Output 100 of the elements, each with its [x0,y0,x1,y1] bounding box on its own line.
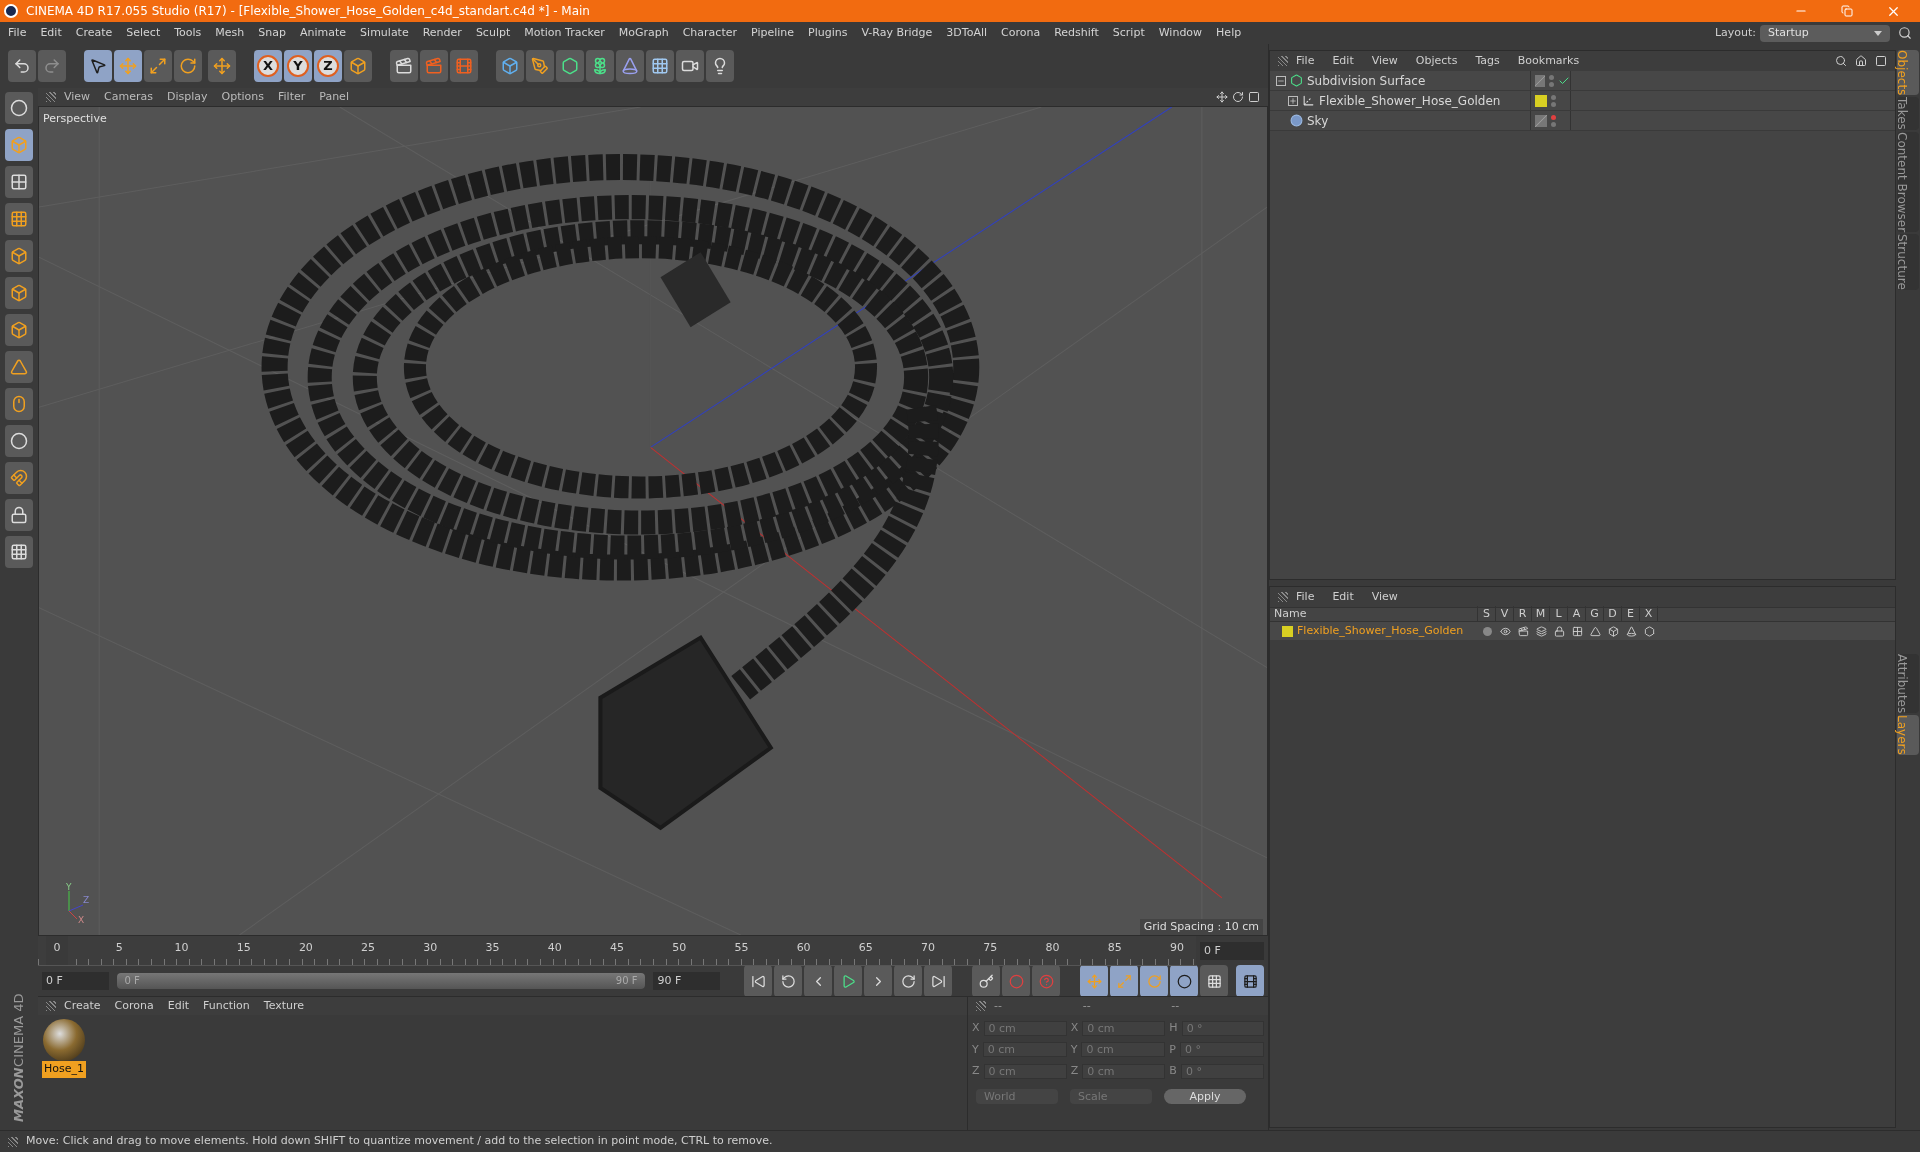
viewport-menu-item[interactable]: Options [221,88,264,106]
cloner-button[interactable] [586,50,614,82]
play-button[interactable] [834,965,862,997]
edges-mode-button[interactable] [5,277,33,309]
previous-key-button[interactable] [774,965,802,997]
side-tab[interactable]: Content Browser [1897,132,1919,233]
layer-menu-item[interactable]: Edit [1332,588,1354,606]
next-key-button[interactable] [894,965,922,997]
object-menu-item[interactable]: Edit [1332,52,1354,70]
key-parameter-button[interactable] [1170,965,1198,997]
menu-item[interactable]: Simulate [360,24,409,42]
floor-button[interactable] [646,50,674,82]
expand-icon[interactable] [1288,95,1298,106]
texture-mode-button[interactable] [5,166,33,198]
camera-button[interactable] [676,50,704,82]
previous-frame-button[interactable] [804,965,832,997]
material-menu-item[interactable]: Corona [114,997,154,1015]
viewport-menu-item[interactable]: Panel [319,88,349,106]
deformer-button[interactable] [616,50,644,82]
object-menu-item[interactable]: Tags [1475,52,1500,70]
menu-item[interactable]: Plugins [808,24,848,42]
menu-item[interactable]: File [8,24,27,42]
render-view-button[interactable] [390,50,418,82]
object-name[interactable]: Subdivision Surface [1307,71,1426,90]
keyframe-help-button[interactable] [1032,965,1060,997]
visibility-dots[interactable] [1549,74,1554,87]
record-button[interactable] [972,965,1000,997]
key-scale-button[interactable] [1110,965,1138,997]
menu-item[interactable]: Character [682,24,737,42]
layer-swatch[interactable] [1535,114,1547,127]
go-to-end-button[interactable] [924,965,952,997]
render-button[interactable] [420,50,448,82]
next-frame-button[interactable] [864,965,892,997]
object-name[interactable]: Sky [1307,111,1329,130]
rotate-tool-button[interactable] [174,50,202,82]
object-menu-item[interactable]: Objects [1415,52,1458,70]
menu-item[interactable]: Sculpt [475,24,511,42]
viewport-mode-button[interactable] [5,92,33,124]
viewport-menu-item[interactable]: Filter [278,88,306,106]
light-button[interactable] [706,50,734,82]
menu-item[interactable]: Help [1216,24,1242,42]
viewport-menu-item[interactable]: Cameras [104,88,153,106]
grid-snap-button[interactable] [5,536,33,568]
layout-dropdown[interactable]: Startup [1760,24,1890,42]
layer-swatch[interactable] [1535,94,1547,107]
search-icon[interactable] [1898,26,1912,40]
object-menu-item[interactable]: Bookmarks [1517,52,1580,70]
menu-item[interactable]: Redshift [1054,24,1099,42]
side-tab[interactable]: Attributes [1897,654,1919,714]
magnet-button[interactable] [5,462,33,494]
menu-item[interactable]: Select [126,24,161,42]
search-icon[interactable] [1835,55,1847,67]
material-menu-item[interactable]: Create [64,997,101,1015]
coordinate-system-button[interactable] [344,50,372,82]
viewport-nav-icon[interactable] [1216,91,1260,103]
tweak-button[interactable] [5,388,33,420]
menu-item[interactable]: 3DToAll [946,24,987,42]
object-name[interactable]: Flexible_Shower_Hose_Golden [1319,91,1501,110]
undo-button[interactable] [8,50,36,82]
menu-item[interactable]: Script [1112,24,1145,42]
object-menu-item[interactable]: File [1296,52,1315,70]
layer-menu-item[interactable]: File [1296,588,1315,606]
visibility-dots[interactable] [1551,114,1556,127]
workplane-button[interactable] [5,203,33,235]
menu-item[interactable]: Pipeline [751,24,795,42]
viewport[interactable]: Perspective Y Z X Grid Spacing : 10 cm [38,106,1268,936]
menu-item[interactable]: V-Ray Bridge [861,24,933,42]
axis-button[interactable] [5,351,33,383]
axis-lock-button[interactable]: X [254,50,282,82]
apply-button[interactable]: Apply [1164,1088,1246,1104]
menu-item[interactable]: Motion Tracker [524,24,605,42]
axis-lock-button[interactable]: Y [284,50,312,82]
lock-grid-button[interactable] [5,499,33,531]
cube-button[interactable] [496,50,524,82]
polygons-mode-button[interactable] [5,314,33,346]
menu-item[interactable]: MoGraph [618,24,669,42]
collapse-icon[interactable] [1276,75,1286,86]
layer-menu-item[interactable]: View [1371,588,1398,606]
key-rotation-button[interactable] [1140,965,1168,997]
viewport-menu-item[interactable]: Display [167,88,208,106]
object-menu-item[interactable]: View [1371,52,1398,70]
side-tab[interactable]: Takes [1897,97,1919,131]
menu-item[interactable]: Animate [300,24,347,42]
menu-item[interactable]: Edit [40,24,62,42]
material-menu-item[interactable]: Edit [167,997,189,1015]
axis-lock-button[interactable]: Z [314,50,342,82]
key-position-button[interactable] [1080,965,1108,997]
menu-item[interactable]: Tools [174,24,202,42]
start-frame-field[interactable]: 0 F [42,972,109,990]
key-pla-button[interactable] [1200,965,1228,997]
timeline-button[interactable] [1236,965,1264,997]
pen-button[interactable] [526,50,554,82]
snap-button[interactable] [5,425,33,457]
side-tab[interactable]: Structure [1897,234,1919,291]
menu-item[interactable]: Corona [1001,24,1041,42]
select-tool-button[interactable] [84,50,112,82]
scale-tool-button[interactable] [144,50,172,82]
material-menu-item[interactable]: Texture [263,997,305,1015]
menu-item[interactable]: Window [1158,24,1203,42]
go-to-start-button[interactable] [744,965,772,997]
